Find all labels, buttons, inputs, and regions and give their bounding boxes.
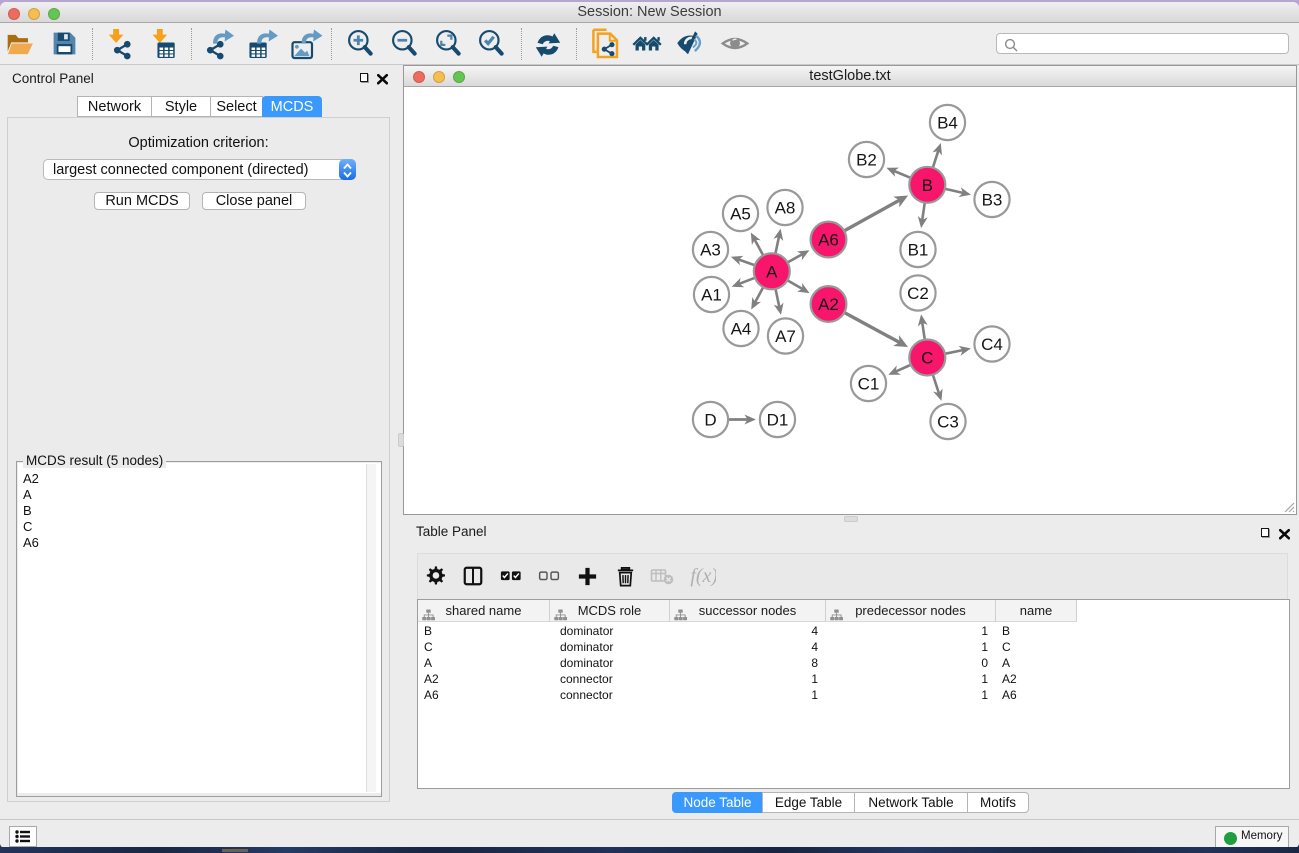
svg-text:C1: C1 [858,375,880,394]
svg-text:A: A [766,262,778,281]
svg-text:C3: C3 [937,413,959,432]
svg-text:f(x): f(x) [690,565,716,587]
svg-text:A8: A8 [775,199,796,218]
svg-text:A2: A2 [818,295,839,314]
svg-text:C: C [921,349,933,368]
svg-text:A3: A3 [700,241,721,260]
svg-text:D1: D1 [767,411,789,430]
svg-text:A5: A5 [730,205,751,224]
svg-text:B4: B4 [937,114,958,133]
svg-text:A1: A1 [701,286,722,305]
svg-text:B1: B1 [908,241,929,260]
svg-text:B3: B3 [982,191,1003,210]
svg-text:A6: A6 [818,231,839,250]
svg-text:C4: C4 [981,335,1003,354]
svg-text:A4: A4 [731,320,752,339]
svg-text:B: B [922,176,933,195]
svg-text:B2: B2 [856,151,877,170]
svg-text:D: D [704,411,716,430]
svg-text:A7: A7 [775,327,796,346]
svg-text:C2: C2 [907,284,929,303]
